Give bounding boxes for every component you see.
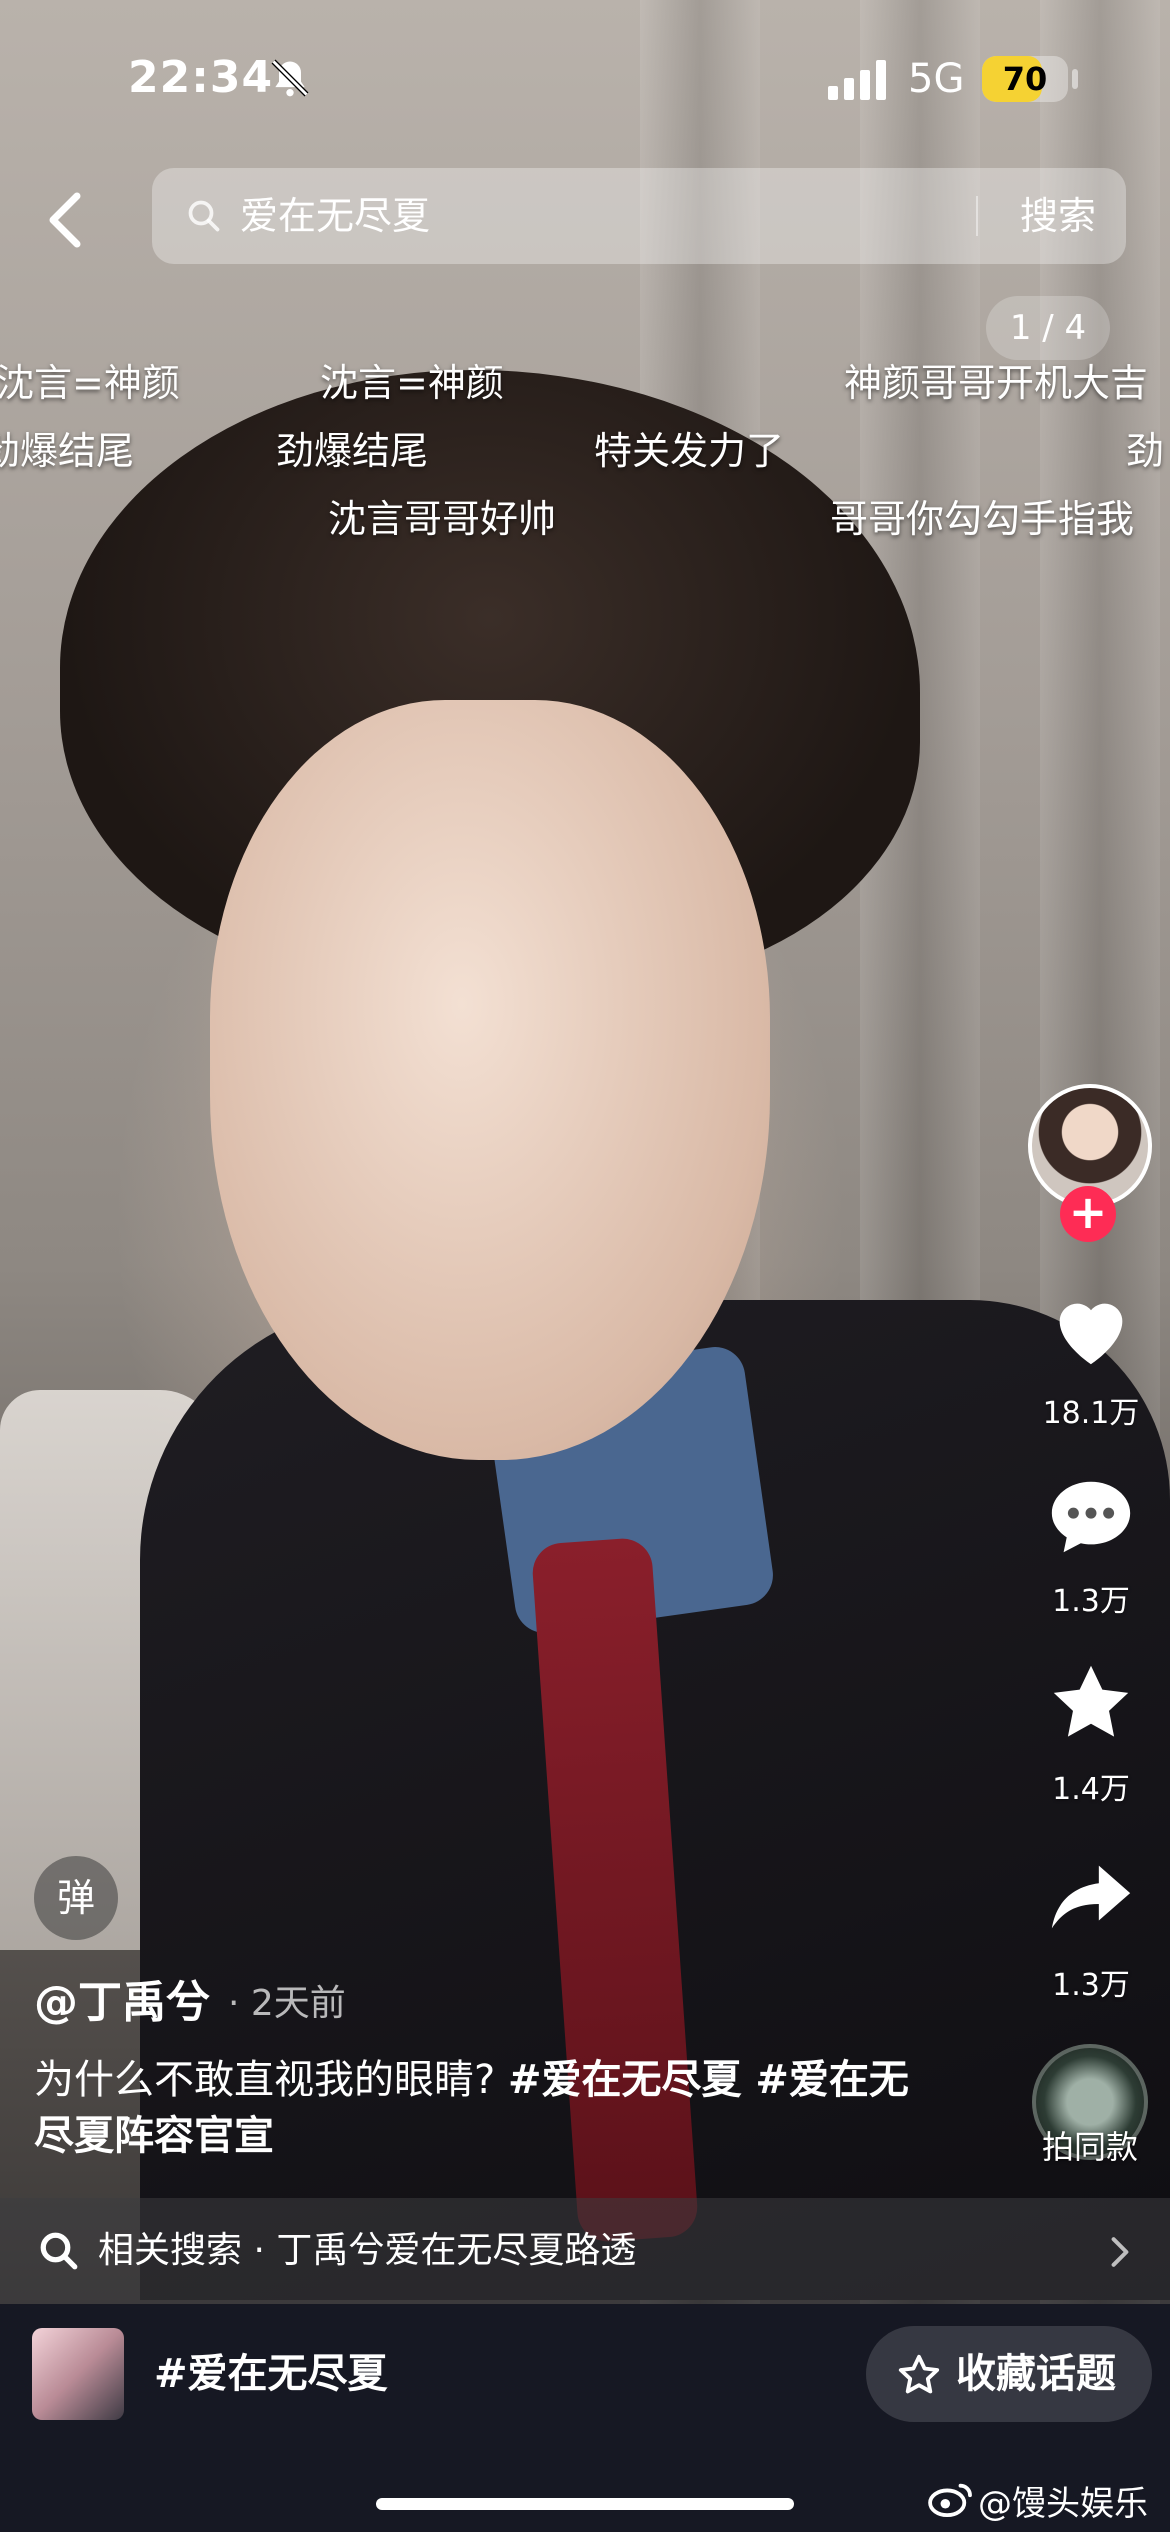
home-indicator[interactable] [376,2498,794,2510]
battery-percentage: 70 [1002,60,1048,98]
weibo-icon [928,2483,972,2518]
share-icon[interactable] [1044,1850,1138,1944]
star-icon[interactable] [1044,1656,1138,1750]
battery-indicator: 70 [982,56,1068,102]
danmaku-comment: 沈言=神颜 [320,361,504,405]
related-search-text: 相关搜索 · 丁禹兮爱在无尽夏路透 [98,2230,637,2271]
related-search-bar[interactable]: 相关搜索 · 丁禹兮爱在无尽夏路透 [0,2198,1170,2304]
danmaku-comment: 哥哥你勾勾手指我 [830,497,1135,541]
clock: 22:34 [128,52,274,103]
like-count: 18.1万 [1042,1396,1140,1431]
search-bar[interactable]: 爱在无尽夏 搜索 [152,168,1126,264]
same-style-label[interactable]: 拍同款 [1010,2122,1170,2168]
signal-icon [828,60,886,100]
comment-count: 1.3万 [1052,1584,1130,1619]
collect-topic-button[interactable]: 收藏话题 [866,2326,1152,2422]
topic-thumbnail[interactable] [32,2328,124,2420]
bell-muted-icon [271,59,309,97]
post-time: · 2天前 [228,1983,346,2024]
heart-icon[interactable] [1044,1282,1138,1376]
star-outline-icon [898,2354,940,2394]
watermark: @馒头娱乐酱 [978,2484,1148,2524]
share-count: 1.3万 [1052,1968,1130,2003]
search-input[interactable]: 爱在无尽夏 [240,168,430,264]
comment-icon[interactable] [1044,1470,1138,1564]
danmaku-comment: 劲 [1126,429,1165,473]
search-icon [40,2232,78,2270]
image-page-counter: 1 / 4 [986,296,1110,360]
topic-name[interactable]: #爱在无尽夏 [154,2326,388,2422]
chevron-right-icon [1111,2237,1129,2267]
person-face [210,700,770,1460]
author-name[interactable]: @丁禹兮 [34,1966,210,2030]
danmaku-comment: 沈言哥哥好帅 [328,497,557,541]
network-type: 5G [908,56,965,102]
battery-tip [1072,69,1078,89]
danmaku-comment: 劲爆结尾 [0,429,135,473]
follow-button[interactable]: + [1060,1186,1116,1242]
search-icon [188,200,220,232]
danmaku-comment: 劲爆结尾 [276,429,429,473]
favorite-count: 1.4万 [1052,1772,1130,1807]
status-bar: 22:34 5G 70 [0,0,1170,150]
video-caption: 为什么不敢直视我的眼睛? #爱在无尽夏 #爱在无尽夏阵容官宣 [34,2052,934,2164]
danmaku-comment: 特关发力了 [594,429,785,473]
douyin-video-screen: 22:34 5G 70 爱在无尽夏 搜索 1 / 4 沈言=神颜 沈言=神颜 神… [0,0,1170,2532]
danmaku-comment: 沈言=神颜 [0,361,180,405]
caption-text: 为什么不敢直视我的眼睛? [34,2057,508,2103]
search-divider [976,196,978,236]
back-icon[interactable] [40,190,90,250]
danmaku-toggle-button[interactable]: 弹 [34,1856,118,1940]
danmaku-comment: 神颜哥哥开机大吉 [844,361,1149,405]
search-button[interactable]: 搜索 [998,168,1118,264]
collect-topic-label: 收藏话题 [956,2351,1116,2397]
hashtag-link[interactable]: #爱在无尽夏 [508,2057,742,2103]
